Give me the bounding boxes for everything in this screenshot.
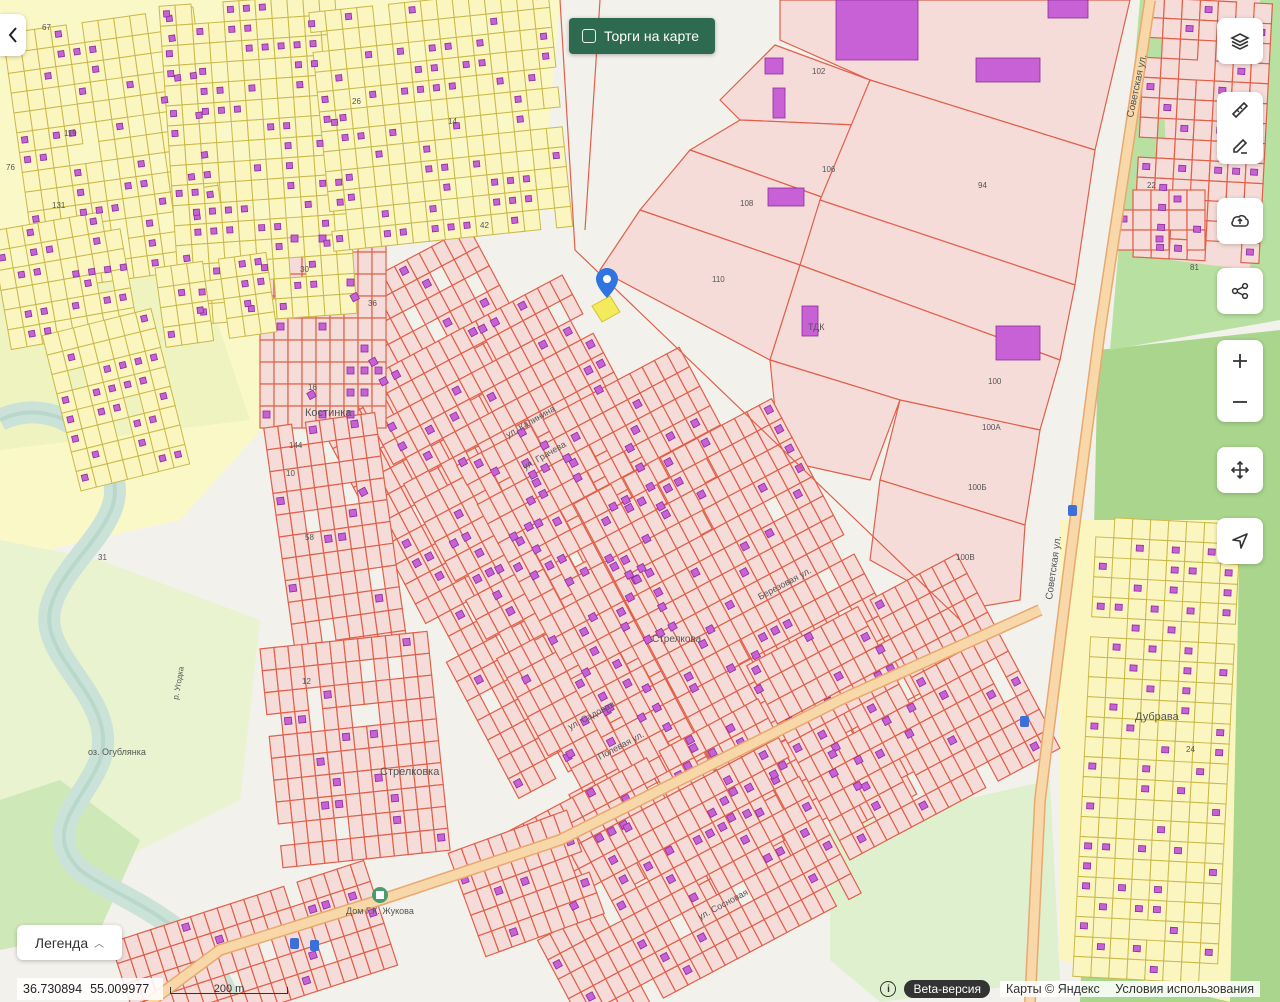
auctions-toggle-label: Торги на карте xyxy=(604,28,699,44)
info-icon[interactable]: i xyxy=(880,981,897,997)
upload-control xyxy=(1217,198,1263,244)
pan-control xyxy=(1217,447,1263,493)
plot-number: 30 xyxy=(300,265,309,274)
upload-icon xyxy=(1231,214,1249,227)
place-label: ТДК xyxy=(808,322,825,332)
plot-number: 26 xyxy=(352,97,361,106)
cadastral-map[interactable]: Костинка Стрелковка Дубрава Стрелкова Со… xyxy=(0,0,1280,1002)
plot-number: 108 xyxy=(740,199,754,208)
measure-tools xyxy=(1217,92,1263,164)
plot-number: 100Б xyxy=(968,483,987,492)
place-label: оз. Огублянка xyxy=(88,747,146,757)
zoom-out-button[interactable] xyxy=(1217,382,1263,422)
settlement-label: Стрелкова xyxy=(652,634,702,645)
locate-icon xyxy=(1232,533,1248,549)
plot-number: 67 xyxy=(42,23,51,32)
plot-number: 10 xyxy=(286,469,295,478)
back-button[interactable] xyxy=(0,14,26,56)
chevron-left-icon xyxy=(8,27,17,43)
plot-number: 119 xyxy=(64,129,77,138)
share-icon xyxy=(1231,282,1249,300)
share-button[interactable] xyxy=(1217,268,1263,314)
plot-number: 36 xyxy=(368,299,377,308)
pan-button[interactable] xyxy=(1217,447,1263,493)
plot-number: 58 xyxy=(305,533,314,542)
layers-button[interactable] xyxy=(1217,18,1263,64)
zoom-in-icon xyxy=(1233,354,1247,368)
latitude: 55.009977 xyxy=(90,982,150,996)
settlement-label: Дубрава xyxy=(1135,711,1180,723)
plot-number: 100А xyxy=(982,423,1001,432)
plot-number: 31 xyxy=(98,553,107,562)
plot-number: 14 xyxy=(448,117,457,126)
legend-button[interactable]: Легенда ︿ xyxy=(17,925,122,960)
plot-number: 16 xyxy=(308,383,317,392)
museum-icon xyxy=(372,887,388,903)
coordinates-readout: 36.730894 55.009977 xyxy=(17,978,164,1000)
layers-icon xyxy=(1230,33,1250,50)
locate-button[interactable] xyxy=(1217,518,1263,564)
zoom-in-button[interactable] xyxy=(1217,340,1263,382)
plot-number: 106 xyxy=(822,165,836,174)
place-label: Дом Г.К. Жукова xyxy=(346,906,414,916)
edit-button[interactable] xyxy=(1217,128,1263,164)
share-control xyxy=(1217,268,1263,314)
auctions-toggle-button[interactable]: Торги на карте xyxy=(569,18,715,54)
plot-number: 144 xyxy=(289,441,303,450)
plot-number: 110 xyxy=(712,275,725,284)
scale-bar: 200 m xyxy=(170,983,288,996)
attribution-bar: i Beta-версия Карты © Яндекс Условия исп… xyxy=(880,979,1260,999)
plot-number: 81 xyxy=(1190,263,1199,272)
layers-control[interactable] xyxy=(1217,18,1263,64)
longitude: 36.730894 xyxy=(23,982,83,996)
plot-number: 24 xyxy=(1186,745,1195,754)
plot-number: 12 xyxy=(302,677,311,686)
ruler-button[interactable] xyxy=(1217,92,1263,128)
upload-button[interactable] xyxy=(1217,198,1263,244)
plot-number: 102 xyxy=(812,67,826,76)
plot-number: 76 xyxy=(6,163,15,172)
edit-icon xyxy=(1233,138,1248,154)
settlement-label: Стрелковка xyxy=(380,766,440,778)
settlement-label: Костинка xyxy=(305,407,352,419)
chevron-up-icon: ︿ xyxy=(94,939,105,950)
plot-number: 42 xyxy=(480,221,489,230)
plot-number: 94 xyxy=(978,181,987,190)
pan-icon xyxy=(1230,460,1250,480)
zoom-control xyxy=(1217,340,1263,422)
plot-number: 100В xyxy=(956,553,975,562)
ruler-icon xyxy=(1231,101,1249,119)
plot-number: 131 xyxy=(52,201,66,210)
zoom-out-icon xyxy=(1233,401,1247,403)
legend-label: Легенда xyxy=(34,934,89,951)
attribution-text[interactable]: Карты © Яндекс xyxy=(1006,982,1100,996)
checkbox-icon[interactable] xyxy=(582,29,596,43)
plot-number: 100 xyxy=(988,377,1002,386)
beta-badge: Beta-версия xyxy=(904,980,990,998)
terms-link[interactable]: Условия использования xyxy=(1115,982,1254,996)
locate-control xyxy=(1217,518,1263,564)
plot-number: 22 xyxy=(1147,181,1156,190)
